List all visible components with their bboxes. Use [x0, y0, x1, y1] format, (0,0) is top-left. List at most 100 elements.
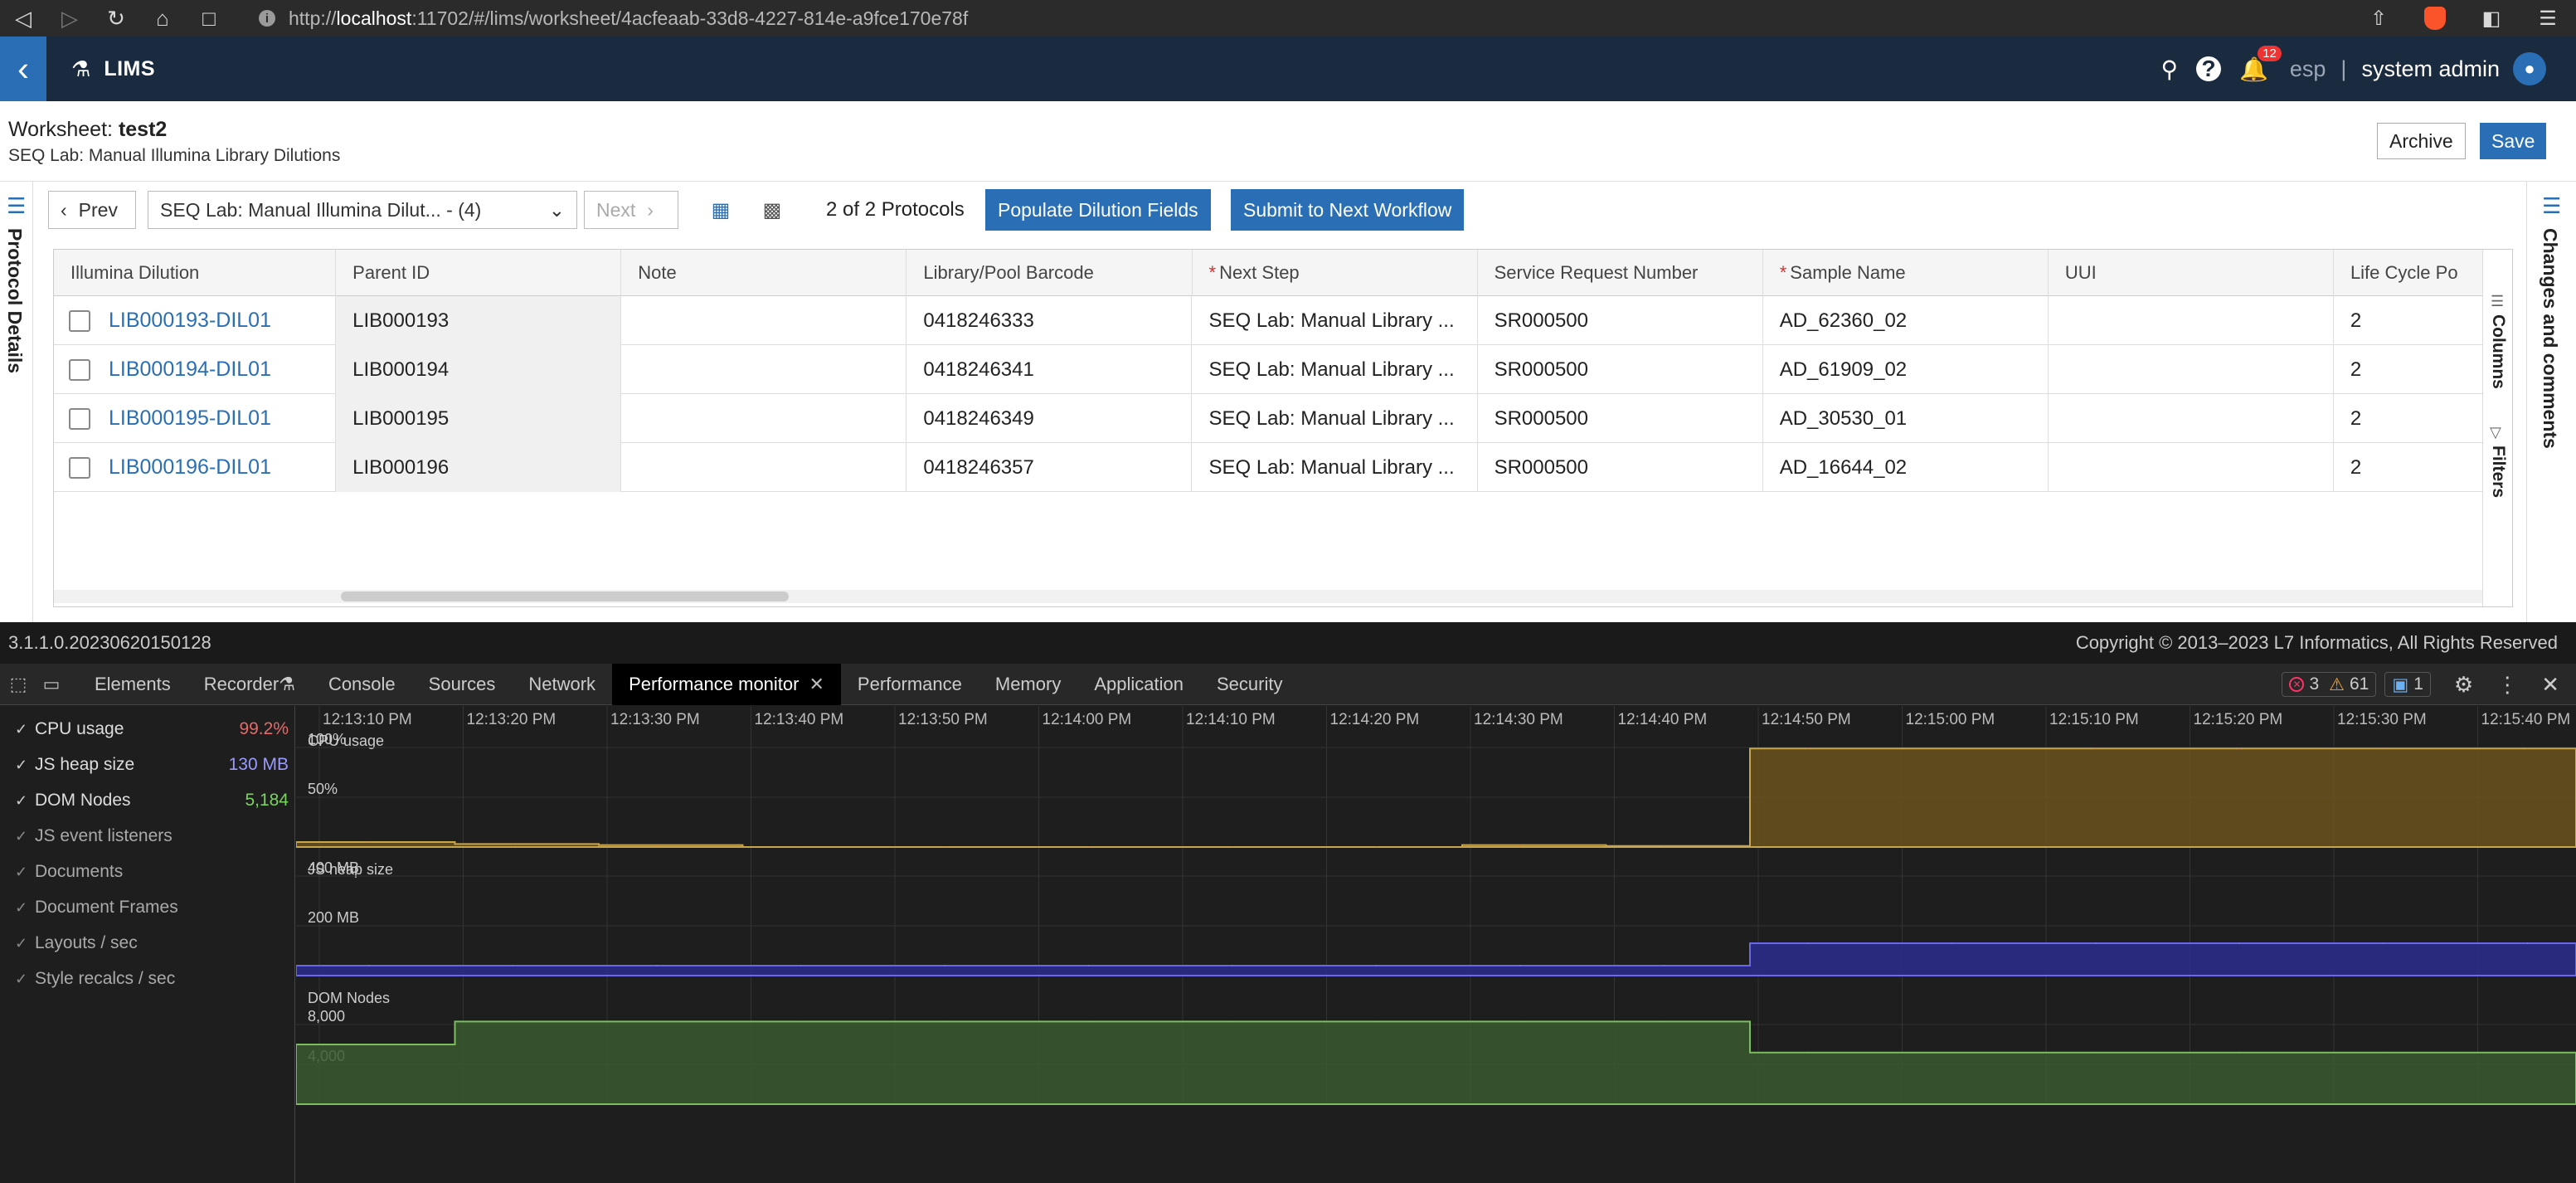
protocol-select[interactable]: SEQ Lab: Manual Illumina Dilut... - (4) ⌄	[148, 191, 577, 229]
table-row[interactable]: LIB000195-DIL01 LIB000195 0418246349 SEQ La…	[54, 394, 2484, 443]
bookmark-icon[interactable]: □	[186, 0, 232, 37]
browser-reload-icon[interactable]: ↻	[93, 0, 139, 37]
column-header-life-cycle[interactable]: Life Cycle Po	[2334, 250, 2485, 296]
protocol-details-label[interactable]: Protocol Details	[3, 228, 26, 373]
cell-library-barcode[interactable]: 0418246341	[906, 345, 1193, 394]
metric-toggle-js-event-listeners[interactable]: ✓ JS event listeners	[15, 820, 289, 853]
row-checkbox[interactable]	[69, 456, 90, 479]
right-rail-menu-icon[interactable]: ☰	[2542, 193, 2561, 219]
nav-back-chevron-icon[interactable]: ‹	[0, 37, 46, 101]
notification-bell-icon[interactable]: 🔔 12	[2239, 45, 2282, 83]
metric-toggle-documents[interactable]: ✓ Documents	[15, 855, 289, 888]
cell-sample-name[interactable]: AD_16644_02	[1763, 443, 2049, 492]
column-header-parent-id[interactable]: Parent ID	[336, 250, 622, 296]
cell-service-request-number[interactable]: SR000500	[1478, 394, 1763, 443]
cell-library-barcode[interactable]: 0418246333	[906, 296, 1193, 345]
cell-next-step[interactable]: SEQ Lab: Manual Library ...	[1192, 345, 1478, 394]
browser-forward-icon[interactable]: ▷	[46, 0, 93, 37]
next-button[interactable]: Next ›	[584, 191, 678, 229]
cell-sample-name[interactable]: AD_30530_01	[1763, 394, 2049, 443]
cell-service-request-number[interactable]: SR000500	[1478, 443, 1763, 492]
row-checkbox[interactable]	[69, 407, 90, 430]
close-tab-icon[interactable]: ✕	[809, 674, 824, 695]
cell-next-step[interactable]: SEQ Lab: Manual Library ...	[1192, 394, 1478, 443]
cell-next-step[interactable]: SEQ Lab: Manual Library ...	[1192, 443, 1478, 492]
device-toolbar-icon[interactable]: ▭	[35, 664, 68, 705]
inspect-element-icon[interactable]: ⬚	[2, 664, 35, 705]
dilution-link[interactable]: LIB000195-DIL01	[109, 407, 271, 431]
cell-service-request-number[interactable]: SR000500	[1478, 296, 1763, 345]
protocol-details-rail[interactable]: ☰ Protocol Details	[0, 182, 33, 622]
cell-sample-name[interactable]: AD_61909_02	[1763, 345, 2049, 394]
column-header-sample-name[interactable]: * Sample Name	[1763, 250, 2049, 296]
cell-parent-id[interactable]: LIB000194	[336, 345, 622, 394]
cell-library-barcode[interactable]: 0418246357	[906, 443, 1193, 492]
column-header-uui[interactable]: UUI	[2049, 250, 2334, 296]
cell-note[interactable]	[621, 345, 907, 394]
browser-menu-icon[interactable]: ☰	[2520, 0, 2576, 37]
language-selector[interactable]: esp	[2290, 56, 2326, 82]
column-header-service-request-number[interactable]: Service Request Number	[1478, 250, 1763, 296]
devtools-tab-security[interactable]: Security	[1200, 664, 1299, 705]
submit-next-workflow-button[interactable]: Submit to Next Workflow	[1231, 189, 1465, 231]
cell-service-request-number[interactable]: SR000500	[1478, 345, 1763, 394]
devtools-tab-performance-monitor[interactable]: Performance monitor ✕	[612, 663, 841, 705]
populate-dilution-fields-button[interactable]: Populate Dilution Fields	[985, 189, 1211, 231]
cell-uui[interactable]	[2049, 394, 2334, 443]
cell-next-step[interactable]: SEQ Lab: Manual Library ...	[1192, 296, 1478, 345]
column-header-note[interactable]: Note	[621, 250, 907, 296]
metric-toggle-cpu-usage[interactable]: ✓ CPU usage 99.2%	[15, 713, 289, 746]
cell-life-cycle[interactable]: 2	[2334, 296, 2484, 345]
metric-toggle-js-heap-size[interactable]: ✓ JS heap size 130 MB	[15, 748, 289, 781]
cell-parent-id[interactable]: LIB000195	[336, 394, 622, 443]
devtools-tab-memory[interactable]: Memory	[979, 664, 1077, 705]
cell-library-barcode[interactable]: 0418246349	[906, 394, 1193, 443]
list-view-icon[interactable]: ▦	[697, 191, 745, 229]
grid-view-icon[interactable]: ▩	[748, 191, 796, 229]
share-icon[interactable]: ⇧	[2350, 0, 2407, 37]
columns-panel-toggle[interactable]: Columns	[2488, 314, 2508, 389]
avatar[interactable]: ●	[2513, 52, 2546, 85]
cell-uui[interactable]	[2049, 296, 2334, 345]
address-bar[interactable]: i http://localhost:11702/#/lims/workshee…	[241, 3, 2331, 33]
browser-back-icon[interactable]: ◁	[0, 0, 46, 37]
archive-button[interactable]: Archive	[2377, 123, 2466, 159]
columns-handle-icon[interactable]: ☰	[2491, 293, 2504, 310]
devtools-tab-sources[interactable]: Sources	[412, 664, 513, 705]
search-icon[interactable]: ⚲	[2160, 56, 2178, 83]
cell-life-cycle[interactable]: 2	[2334, 394, 2484, 443]
devtools-tab-elements[interactable]: Elements	[78, 664, 187, 705]
left-rail-menu-icon[interactable]: ☰	[7, 193, 26, 219]
dilution-link[interactable]: LIB000196-DIL01	[109, 455, 271, 480]
prev-button[interactable]: ‹ Prev	[48, 191, 136, 229]
cell-note[interactable]	[621, 394, 907, 443]
horizontal-scrollbar[interactable]	[341, 592, 789, 601]
metric-toggle-dom-nodes[interactable]: ✓ DOM Nodes 5,184	[15, 784, 289, 817]
column-header-illumina-dilution[interactable]: Illumina Dilution	[54, 250, 337, 296]
devtools-tab-performance[interactable]: Performance	[841, 664, 979, 705]
help-icon[interactable]: ?	[2196, 56, 2221, 81]
issues-counter[interactable]: ✕ 3 ⚠ 61	[2282, 672, 2377, 697]
cell-sample-name[interactable]: AD_62360_02	[1763, 296, 2049, 345]
sidebar-toggle-icon[interactable]: ◧	[2463, 0, 2520, 37]
site-info-icon[interactable]: i	[259, 10, 275, 27]
metric-toggle-document-frames[interactable]: ✓ Document Frames	[15, 891, 289, 924]
browser-home-icon[interactable]: ⌂	[139, 0, 186, 37]
row-checkbox[interactable]	[69, 309, 90, 332]
metric-toggle-style-recalcs-sec[interactable]: ✓ Style recalcs / sec	[15, 962, 289, 996]
table-row[interactable]: LIB000194-DIL01 LIB000194 0418246341 SEQ La…	[54, 345, 2484, 394]
cell-parent-id[interactable]: LIB000193	[336, 296, 622, 345]
more-options-icon[interactable]: ⋮	[2496, 672, 2518, 698]
changes-comments-rail[interactable]: ☰ Changes and comments	[2526, 182, 2576, 622]
cell-parent-id[interactable]: LIB000196	[336, 443, 622, 492]
filter-icon[interactable]: ▽	[2490, 424, 2501, 441]
table-row[interactable]: LIB000196-DIL01 LIB000196 0418246357 SEQ La…	[54, 443, 2484, 492]
changes-comments-label[interactable]: Changes and comments	[2539, 228, 2561, 449]
user-name[interactable]: system admin	[2361, 56, 2500, 82]
cell-note[interactable]	[621, 296, 907, 345]
settings-gear-icon[interactable]: ⚙	[2454, 672, 2473, 698]
column-header-next-step[interactable]: * Next Step	[1193, 250, 1478, 296]
devtools-tab-network[interactable]: Network	[512, 664, 612, 705]
brave-shield-icon[interactable]	[2407, 0, 2463, 37]
close-devtools-icon[interactable]: ✕	[2541, 672, 2559, 698]
